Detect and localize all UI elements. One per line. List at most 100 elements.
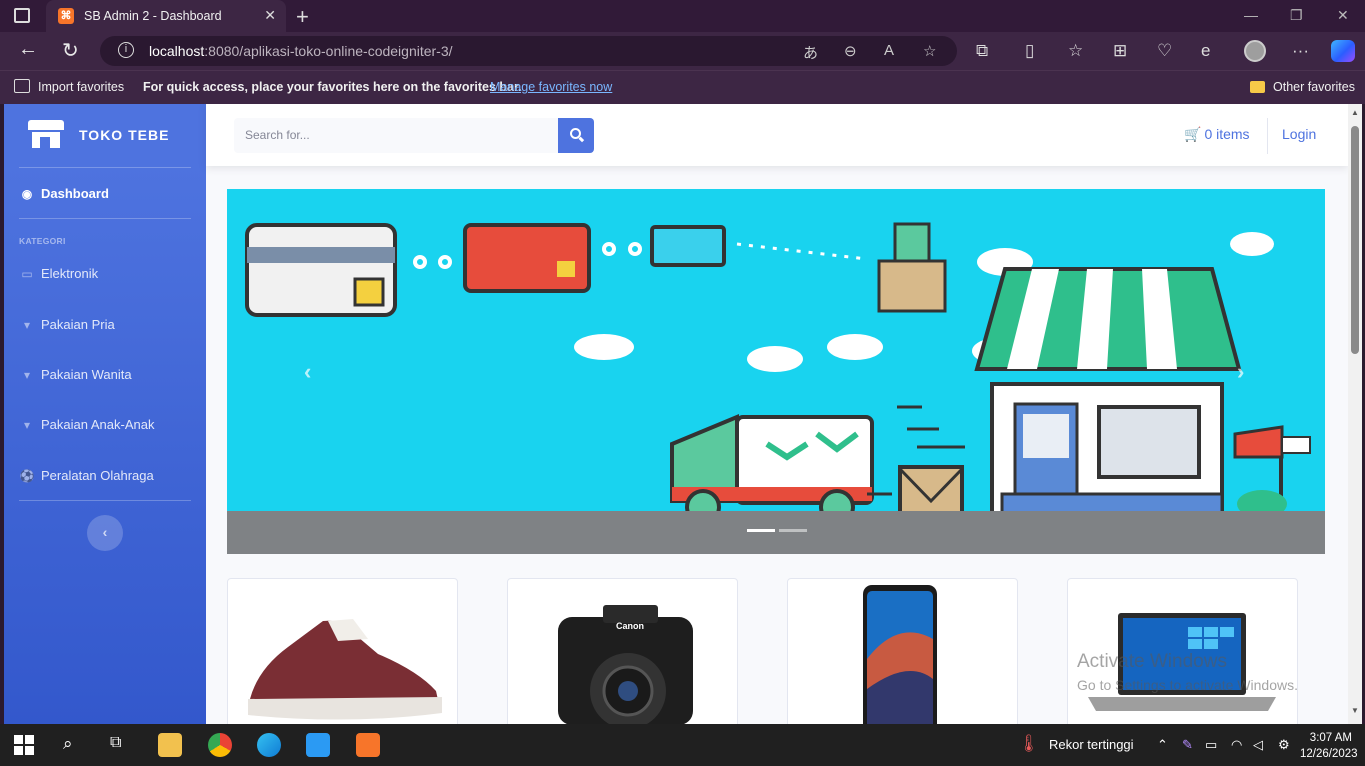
minimize-icon[interactable]: — [1244,7,1258,23]
task-view-icon[interactable]: ⧉ [110,734,121,752]
windows-start-icon[interactable] [14,735,34,755]
edge-bar-icon[interactable]: e [1201,41,1210,61]
sidebar-divider [19,167,191,168]
sidebar-item-peralatan-olahraga[interactable]: ⚽ Peralatan Olahraga [19,468,154,483]
system-clock[interactable]: 3:07 AM 12/26/2023 [1300,730,1358,762]
shirt-icon: ▾ [23,418,31,432]
browser-tab[interactable]: ⌘ SB Admin 2 - Dashboard ✕ [46,0,286,32]
carousel-next-icon[interactable]: › [1237,359,1244,385]
more-options-icon[interactable]: ··· [1292,41,1309,61]
cart-count: 0 items [1204,126,1250,142]
scrollbar-thumb[interactable] [1351,126,1359,354]
windows-activation-title: Activate Windows [1077,651,1227,672]
extensions-icon[interactable]: ⧉ [976,41,988,61]
carousel-indicator-active[interactable] [747,529,775,532]
split-screen-icon[interactable]: ▯ [1025,41,1034,61]
zoom-icon[interactable]: ⊖ [844,42,857,60]
clock-time: 3:07 AM [1309,732,1352,744]
smartphone-image [863,585,937,724]
sidebar-brand[interactable]: TOKO TEBE [4,104,206,166]
page-scrollbar[interactable]: ▲ ▼ [1348,104,1362,724]
pen-icon[interactable]: ✎ [1182,737,1193,753]
sidebar-item-pakaian-anak[interactable]: ▾ Pakaian Anak-Anak [19,417,154,432]
chrome-icon[interactable] [208,733,232,757]
window-close-icon[interactable]: ✕ [1337,7,1349,24]
import-favorites-link[interactable]: Import favorites [38,80,124,94]
vscode-icon[interactable] [306,733,330,757]
favorite-star-icon[interactable]: ☆ [923,42,936,60]
site-info-icon[interactable]: i [118,42,134,58]
import-icon [14,79,30,93]
sidebar-item-pakaian-wanita[interactable]: ▾ Pakaian Wanita [19,367,132,382]
tray-chevron-icon[interactable]: ⌃ [1157,737,1168,753]
shirt-icon: ▾ [23,368,31,382]
volume-icon[interactable]: ◁ [1253,737,1263,753]
shirt-icon: ▾ [23,318,31,332]
sidebar-item-label: Pakaian Anak-Anak [41,417,155,432]
product-card[interactable] [227,578,458,724]
translate-icon[interactable]: あ [803,42,818,63]
read-aloud-icon[interactable]: A [884,42,894,59]
profile-avatar[interactable] [1244,40,1266,62]
carousel-prev-icon[interactable]: ‹ [304,359,311,385]
product-card[interactable] [787,578,1018,724]
window-menu-icon[interactable] [14,8,30,23]
product-card[interactable]: Canon [507,578,738,724]
topbar-divider [1267,118,1268,154]
cart-icon: 🛒 [1184,126,1202,142]
sidebar-item-elektronik[interactable]: ▭ Elektronik [19,266,98,281]
windows-activation-subtitle: Go to Settings to activate Windows. [1077,677,1298,693]
search-placeholder: Search for... [245,128,310,142]
sidebar-item-label: Pakaian Pria [41,317,115,332]
collections-icon[interactable]: ⊞ [1113,41,1127,61]
search-button[interactable] [558,118,594,153]
page-viewport: TOKO TEBE ◉ Dashboard KATEGORI ▭ Elektroni… [4,104,1362,724]
back-icon[interactable]: ← [18,38,38,61]
sidebar-item-label: Peralatan Olahraga [41,468,154,483]
performance-icon[interactable]: ♡ [1157,41,1172,61]
svg-text:Canon: Canon [616,621,644,631]
other-favorites-link[interactable]: Other favorites [1273,80,1355,94]
sneaker-image [248,619,442,720]
new-tab-icon[interactable]: + [296,4,309,30]
thermometer-icon: 🌡 [1018,734,1040,753]
favorites-hint: For quick access, place your favorites h… [143,80,522,94]
search-input[interactable]: Search for... [234,118,558,153]
search-icon[interactable]: ⌕ [63,734,73,754]
xampp-favicon-icon: ⌘ [58,8,74,24]
browser-titlebar: ⌘ SB Admin 2 - Dashboard ✕ + — ❐ ✕ [0,0,1365,32]
shopping-banner-illustration [245,222,1311,538]
sidebar-item-pakaian-pria[interactable]: ▾ Pakaian Pria [19,317,115,332]
battery-icon[interactable]: ▭ [1205,737,1217,753]
topbar: Search for... 🛒 0 items Login [206,104,1348,166]
carousel-indicator[interactable] [779,529,807,532]
wifi-icon[interactable]: ◠ [1231,737,1242,753]
copilot-icon[interactable] [1331,40,1355,62]
sidebar-item-label: Dashboard [41,186,109,201]
tachometer-icon: ◉ [21,187,33,201]
sidebar-divider [19,218,191,219]
camera-image: Canon [558,605,693,724]
tab-close-icon[interactable]: ✕ [264,7,276,24]
url-text: localhost:8080/aplikasi-toko-online-code… [149,43,453,59]
scroll-up-icon[interactable]: ▲ [1351,108,1359,117]
file-explorer-icon[interactable] [158,733,182,757]
sidebar-item-label: Pakaian Wanita [41,367,132,382]
favorites-icon[interactable]: ☆ [1068,41,1083,61]
weather-text[interactable]: Rekor tertinggi [1049,737,1134,752]
xampp-icon[interactable] [356,733,380,757]
scroll-down-icon[interactable]: ▼ [1351,706,1359,715]
refresh-icon[interactable]: ↻ [62,38,79,63]
edge-icon[interactable] [257,733,281,757]
sidebar-toggle-button[interactable]: ‹ [87,515,123,551]
settings-tray-icon[interactable]: ⚙ [1278,737,1290,753]
login-link[interactable]: Login [1282,126,1316,142]
folder-icon [1250,81,1265,93]
road [227,511,1325,554]
sidebar-item-dashboard[interactable]: ◉ Dashboard [19,186,109,201]
cart-link[interactable]: 🛒 0 items [1184,126,1250,143]
ball-icon: ⚽ [19,469,35,483]
restore-icon[interactable]: ❐ [1290,7,1303,24]
address-bar[interactable]: i localhost:8080/aplikasi-toko-online-co… [100,36,957,66]
manage-favorites-link[interactable]: Manage favorites now [490,80,612,94]
